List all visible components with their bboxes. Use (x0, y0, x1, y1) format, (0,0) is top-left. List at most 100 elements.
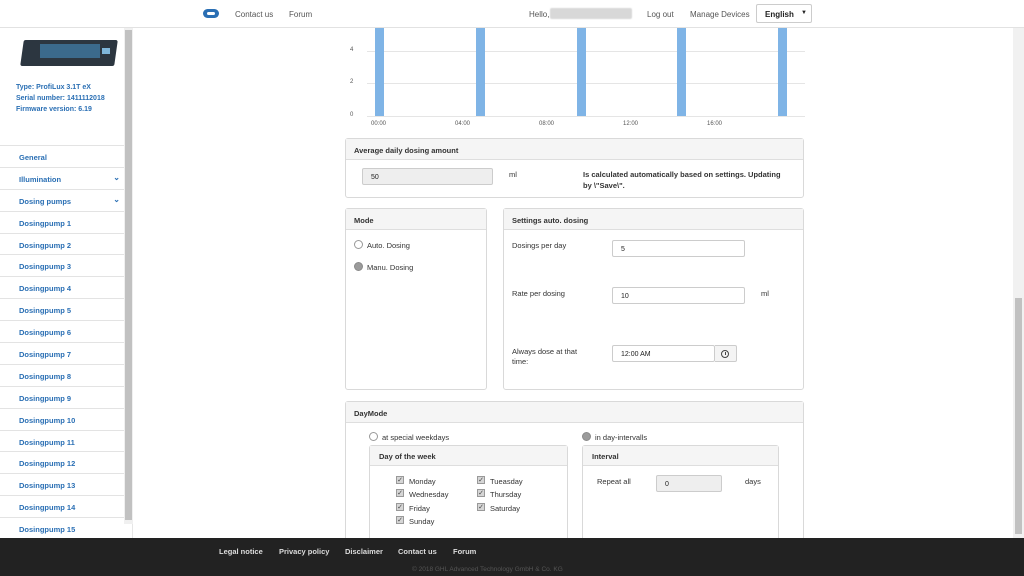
sidebar-item-dosingpump-7[interactable]: Dosingpump 7 (0, 342, 124, 364)
interval-title: Interval (583, 446, 778, 466)
friday-checkbox[interactable]: ✓ (396, 503, 404, 511)
clock-icon (721, 350, 729, 358)
chart-bar (475, 28, 485, 116)
auto-dosing-radio[interactable] (354, 240, 363, 249)
sidebar-item-dosingpump-13[interactable]: Dosingpump 13 (0, 473, 124, 495)
dosings-per-day-label: Dosings per day (512, 241, 567, 250)
sunday-checkbox[interactable]: ✓ (396, 516, 404, 524)
mode-panel-title: Mode (346, 209, 486, 230)
page-scroll-thumb[interactable] (1015, 298, 1022, 534)
sidebar-item-label: General (19, 153, 47, 162)
sidebar-item-dosingpump-6[interactable]: Dosingpump 6 (0, 320, 124, 342)
sidebar-item-dosingpump-5[interactable]: Dosingpump 5 (0, 298, 124, 320)
language-value: English (765, 10, 794, 19)
footer-forum-link[interactable]: Forum (453, 547, 476, 556)
sidebar-item-dosingpump-3[interactable]: Dosingpump 3 (0, 254, 124, 276)
saturday-checkbox[interactable]: ✓ (477, 503, 485, 511)
footer: Legal notice Privacy policy Disclaimer C… (0, 538, 1024, 576)
chart-gridline (367, 83, 805, 85)
average-panel-title: Average daily dosing amount (346, 139, 803, 160)
average-note: Is calculated automatically based on set… (583, 170, 781, 190)
mode-panel: Mode Auto. Dosing Manu. Dosing (345, 208, 487, 390)
sidebar-item-dosingpump-1[interactable]: Dosingpump 1 (0, 210, 124, 233)
tuesday-label: Tueasday (490, 477, 523, 486)
daymode-panel: DayMode at special weekdays in day-inter… (345, 401, 804, 555)
device-image (20, 36, 118, 72)
sidebar-item-label: Dosingpump 12 (19, 459, 76, 469)
manual-dosing-label: Manu. Dosing (367, 263, 414, 272)
auto-dosing-label: Auto. Dosing (367, 241, 410, 250)
sidebar-item-dosingpump-15[interactable]: Dosingpump 15 (0, 517, 124, 539)
sidebar-item-label: Dosing pumps (19, 196, 72, 206)
footer-contact-link[interactable]: Contact us (398, 547, 437, 556)
chart-x-tick-label: 04:00 (455, 121, 471, 127)
sidebar-item-dosingpump-14[interactable]: Dosingpump 14 (0, 495, 124, 517)
logout-link[interactable]: Log out (647, 10, 674, 19)
sidebar-item-label: Dosingpump 5 (19, 306, 72, 316)
language-select[interactable]: English ▼ (756, 4, 812, 23)
repeat-all-label: Repeat all (597, 477, 631, 486)
daymode-panel-title: DayMode (346, 402, 803, 423)
sidebar-item-dosingpump-10[interactable]: Dosingpump 10 (0, 407, 124, 430)
sidebar-item-label: Dosingpump 10 (19, 415, 76, 425)
always-dose-label-1: Always dose at that (512, 347, 578, 356)
privacy-policy-link[interactable]: Privacy policy (279, 547, 329, 556)
sidebar-item-label: Dosingpump 8 (19, 371, 72, 381)
sidebar-item-label: Dosingpump 15 (19, 525, 76, 535)
sidebar-item-dosingpump-9[interactable]: Dosingpump 9 (0, 385, 124, 408)
always-dose-time-input[interactable]: 12:00 AM (612, 345, 715, 362)
special-weekdays-radio[interactable] (369, 432, 378, 441)
monday-checkbox[interactable]: ✓ (396, 476, 404, 484)
device-info: Type: ProfiLux 3.1T eX Serial number: 14… (16, 82, 105, 115)
chart-y-tick-label: 2 (350, 79, 354, 86)
sidebar-item-label: Dosingpump 1 (19, 218, 72, 228)
chart-x-tick-label: 08:00 (539, 121, 555, 127)
sidebar-item-label: Dosingpump 3 (19, 262, 72, 272)
rate-per-dosing-input[interactable]: 10 (612, 287, 745, 304)
legal-notice-link[interactable]: Legal notice (219, 547, 263, 556)
manual-dosing-radio[interactable] (354, 262, 363, 271)
settings-panel-title: Settings auto. dosing (504, 209, 803, 230)
chevron-down-icon: ⌄ (113, 172, 120, 182)
ghl-logo-icon[interactable] (203, 9, 219, 18)
chart-x-tick-label: 16:00 (707, 121, 723, 127)
thursday-checkbox[interactable]: ✓ (477, 489, 485, 497)
chart-gridline (367, 116, 805, 117)
chart-bar (375, 28, 384, 116)
chart-bar (778, 28, 788, 116)
chart-bar (576, 28, 586, 116)
special-weekdays-label: at special weekdays (382, 433, 450, 442)
day-of-week-title: Day of the week (370, 446, 567, 466)
sidebar-item-dosingpump-11[interactable]: Dosingpump 11 (0, 429, 124, 452)
thursday-label: Thursday (490, 490, 522, 499)
day-intervals-radio[interactable] (582, 432, 591, 441)
sidebar-item-label: Illumination (19, 174, 62, 184)
manage-devices-link[interactable]: Manage Devices (690, 10, 750, 19)
forum-link[interactable]: Forum (289, 10, 312, 19)
tuesday-checkbox[interactable]: ✓ (477, 476, 485, 484)
sidebar-item-label: Dosingpump 2 (19, 240, 72, 250)
repeat-days-input: 0 (656, 475, 722, 492)
time-picker-button[interactable] (715, 345, 737, 362)
sidebar-item-general[interactable]: General (0, 145, 124, 167)
wednesday-checkbox[interactable]: ✓ (396, 489, 404, 497)
sidebar-item-dosingpump-12[interactable]: Dosingpump 12 (0, 451, 124, 473)
sidebar-item-dosing-pumps[interactable]: Dosing pumps ⌄ (0, 188, 124, 211)
average-dosing-field: 50 (362, 168, 493, 185)
chart-gridline (367, 50, 805, 52)
chevron-down-icon: ⌄ (113, 194, 120, 204)
sidebar-item-dosingpump-4[interactable]: Dosingpump 4 (0, 276, 124, 298)
sidebar-item-illumination[interactable]: Illumination ⌄ (0, 166, 124, 189)
disclaimer-link[interactable]: Disclaimer (345, 547, 383, 556)
contact-us-link[interactable]: Contact us (235, 10, 273, 19)
sidebar-scroll-thumb[interactable] (125, 30, 132, 520)
sidebar-item-dosingpump-8[interactable]: Dosingpump 8 (0, 363, 124, 386)
sidebar-scrollbar[interactable] (124, 28, 133, 524)
chart-y-tick-label: 4 (350, 46, 354, 53)
page-scrollbar[interactable] (1013, 28, 1024, 538)
sidebar-item-dosingpump-2[interactable]: Dosingpump 2 (0, 232, 124, 255)
sidebar-menu: General Illumination ⌄ Dosing pumps ⌄ Dosi… (0, 145, 124, 539)
caret-down-icon: ▼ (801, 10, 807, 16)
dosings-per-day-input[interactable]: 5 (612, 240, 745, 257)
hello-text: Hello, (529, 10, 550, 19)
